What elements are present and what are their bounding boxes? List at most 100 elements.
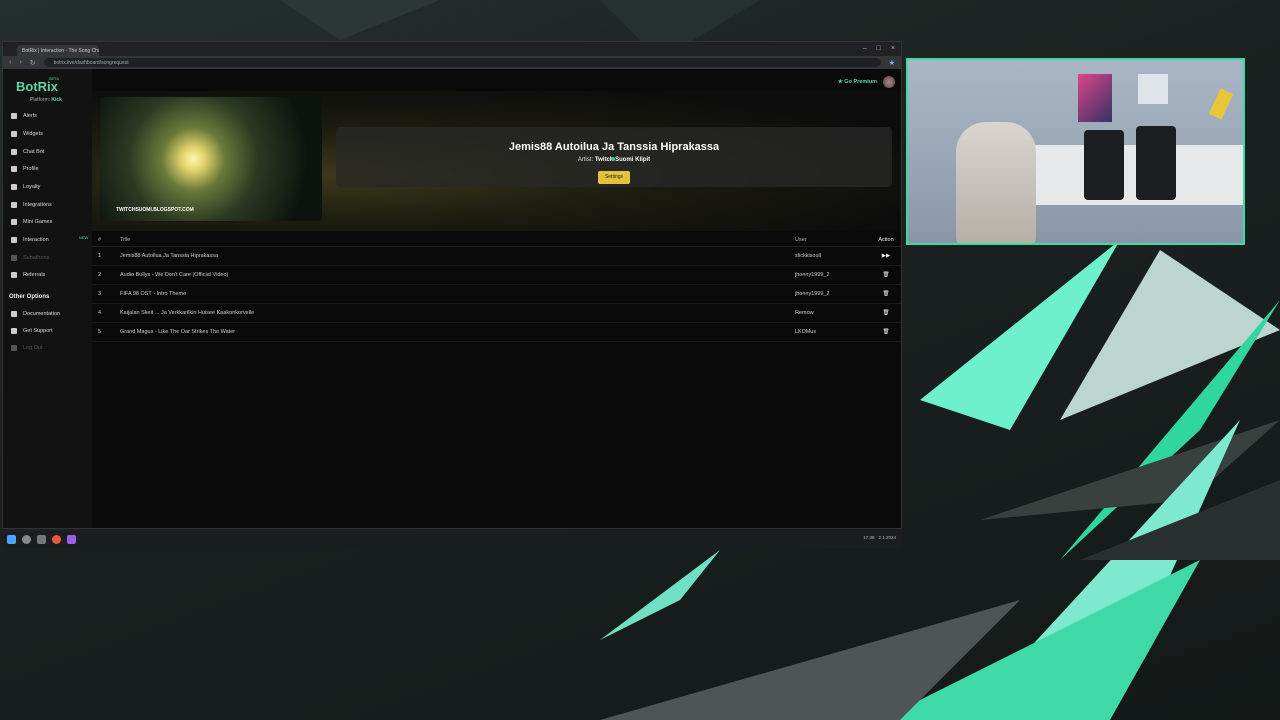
- sidebar-item-label: Chat Bot: [23, 149, 45, 155]
- sidebar-item-integrations[interactable]: Integrations: [11, 200, 52, 210]
- row-number: 4: [98, 310, 102, 316]
- taskbar: 17:38 2.1.2024: [2, 531, 902, 548]
- tab-bar: BotRix | Interaction - The Song Chart – …: [3, 42, 901, 56]
- clock-date[interactable]: 2.1.2024: [878, 535, 896, 540]
- delete-icon[interactable]: 🗑: [871, 329, 901, 335]
- row-number: 3: [98, 291, 102, 297]
- row-number: 1: [98, 253, 102, 259]
- forward-icon[interactable]: ›: [19, 59, 21, 66]
- sidebar: BotRix BETA Platform: Kick Alerts Widget…: [3, 69, 92, 528]
- table-row: 5 Grand Magus - Like The Oar Strikes The…: [92, 323, 901, 342]
- platform-indicator: Platform: Kick: [30, 97, 62, 103]
- sidebar-item-loyalty[interactable]: Loyalty: [11, 182, 40, 192]
- webcam-overlay: [906, 58, 1245, 245]
- sidebar-item-label: Interaction: [23, 237, 49, 243]
- sidebar-item-referrals[interactable]: Referrals: [11, 270, 45, 280]
- trophy-icon: [11, 184, 17, 190]
- sidebar-item-log-out[interactable]: Log Out: [11, 343, 43, 353]
- platform-value: Kick: [51, 97, 62, 103]
- video-thumbnail[interactable]: TWITCHSUOMI.BLOGSPOT.COM: [100, 97, 322, 221]
- sidebar-item-alerts[interactable]: Alerts: [11, 111, 37, 121]
- playing-indicator: [611, 157, 615, 161]
- app-icon[interactable]: [67, 535, 76, 544]
- delete-icon[interactable]: 🗑: [871, 291, 901, 297]
- sidebar-item-widgets[interactable]: Widgets: [11, 129, 43, 139]
- system-tray: 17:38 2.1.2024: [863, 535, 896, 540]
- botrix-logo[interactable]: BotRix: [16, 79, 58, 94]
- firefox-icon[interactable]: [52, 535, 61, 544]
- sidebar-item-label: Subathons: [23, 255, 50, 261]
- row-number: 2: [98, 272, 102, 278]
- sidebar-item-chat-bot[interactable]: Chat Bot: [11, 147, 44, 157]
- sidebar-item-label: Get Support: [23, 328, 53, 334]
- chair-shape: [1084, 130, 1124, 200]
- settings-button[interactable]: Settings: [598, 171, 630, 184]
- banana-shape: [1208, 88, 1234, 120]
- botrix-app: BotRix BETA Platform: Kick Alerts Widget…: [3, 69, 901, 528]
- delete-icon[interactable]: 🗑: [871, 310, 901, 316]
- poster-shape: [1078, 74, 1112, 122]
- artist-label: Artist:: [577, 157, 594, 163]
- row-title: Kaijalan Skeit ... Ja Verkkarilkin Huise…: [120, 310, 255, 316]
- sidebar-item-documentation[interactable]: Documentation: [11, 309, 60, 319]
- col-header-number: #: [98, 236, 102, 243]
- url-input[interactable]: botrix.live/dashboard/songrequest: [43, 58, 881, 67]
- sidebar-item-label: Referrals: [23, 272, 46, 278]
- back-icon[interactable]: ‹: [9, 59, 11, 66]
- sidebar-item-get-support[interactable]: Get Support: [11, 326, 53, 336]
- window-controls: – □ ×: [863, 45, 895, 52]
- row-user: jhonny1999_2: [795, 272, 830, 278]
- user-icon: [11, 166, 17, 172]
- beta-badge: BETA: [49, 76, 60, 81]
- gaming-chair-shape: [956, 122, 1036, 243]
- avatar[interactable]: [883, 76, 895, 88]
- row-user: slickkisoull: [795, 253, 821, 259]
- skip-icon[interactable]: ▶▶: [871, 253, 901, 259]
- table-header: # Title User Action: [92, 233, 901, 247]
- row-number: 5: [98, 329, 102, 335]
- sidebar-item-label: Loyalty: [23, 184, 41, 190]
- minimize-button[interactable]: –: [863, 45, 867, 52]
- sidebar-item-label: Integrations: [23, 202, 52, 208]
- sidebar-item-label: Alerts: [23, 113, 38, 119]
- browser-tab[interactable]: BotRix | Interaction - The Song Chart: [17, 45, 99, 56]
- main-content: ★ Go Premium TWITCHSUOMI.BLOGSPOT.COM Je…: [92, 69, 901, 528]
- sidebar-item-interaction[interactable]: Interaction: [11, 235, 49, 245]
- row-title: Jemis88 Autoilua Ja Tanssia Hiprakassa: [120, 253, 219, 259]
- logout-icon: [11, 345, 17, 351]
- row-user: Remow: [795, 310, 814, 316]
- gamepad-icon: [11, 219, 17, 225]
- new-badge: NEW: [79, 235, 89, 240]
- maximize-button[interactable]: □: [877, 45, 881, 52]
- thumbnail-caption: TWITCHSUOMI.BLOGSPOT.COM: [116, 207, 194, 213]
- windows-start-icon[interactable]: [7, 535, 16, 544]
- row-title: FIFA 98 OST - Intro Theme: [120, 291, 187, 297]
- reload-icon[interactable]: ↻: [30, 59, 36, 67]
- bookmark-star-icon[interactable]: ★: [889, 59, 895, 67]
- sidebar-item-label: Profile: [23, 166, 39, 172]
- col-header-user: User: [795, 236, 807, 243]
- go-premium-link[interactable]: ★ Go Premium: [838, 79, 877, 85]
- song-queue-table: # Title User Action 1 Jemis88 Autoilua J…: [92, 233, 901, 342]
- sidebar-item-label: Documentation: [23, 311, 60, 317]
- desktop-background: BotRix | Interaction - The Song Chart – …: [0, 0, 1280, 720]
- task-view-icon[interactable]: [37, 535, 46, 544]
- artist-name: Twitch Suomi Klipit: [594, 157, 651, 163]
- clock-time[interactable]: 17:38: [863, 535, 874, 540]
- search-icon[interactable]: [22, 535, 31, 544]
- col-header-title: Title: [120, 236, 131, 243]
- sidebar-item-subathons[interactable]: Subathons: [11, 253, 49, 263]
- row-title: Grand Magus - Like The Oar Strikes The W…: [120, 329, 236, 335]
- sidebar-item-profile[interactable]: Profile: [11, 164, 39, 174]
- song-title: Jemis88 Autoilua Ja Tanssia Hiprakassa: [508, 141, 720, 153]
- close-button[interactable]: ×: [891, 45, 895, 52]
- plug-icon: [11, 202, 17, 208]
- music-icon: [11, 237, 17, 243]
- support-icon: [11, 328, 17, 334]
- delete-icon[interactable]: 🗑: [871, 272, 901, 278]
- sidebar-item-label: Mini Games: [23, 219, 53, 225]
- sidebar-item-mini-games[interactable]: Mini Games: [11, 217, 52, 227]
- platform-label: Platform:: [30, 97, 51, 103]
- go-premium-label: Go Premium: [844, 79, 877, 85]
- table-row: 2 Audio Bullys - We Don't Care (Official…: [92, 266, 901, 285]
